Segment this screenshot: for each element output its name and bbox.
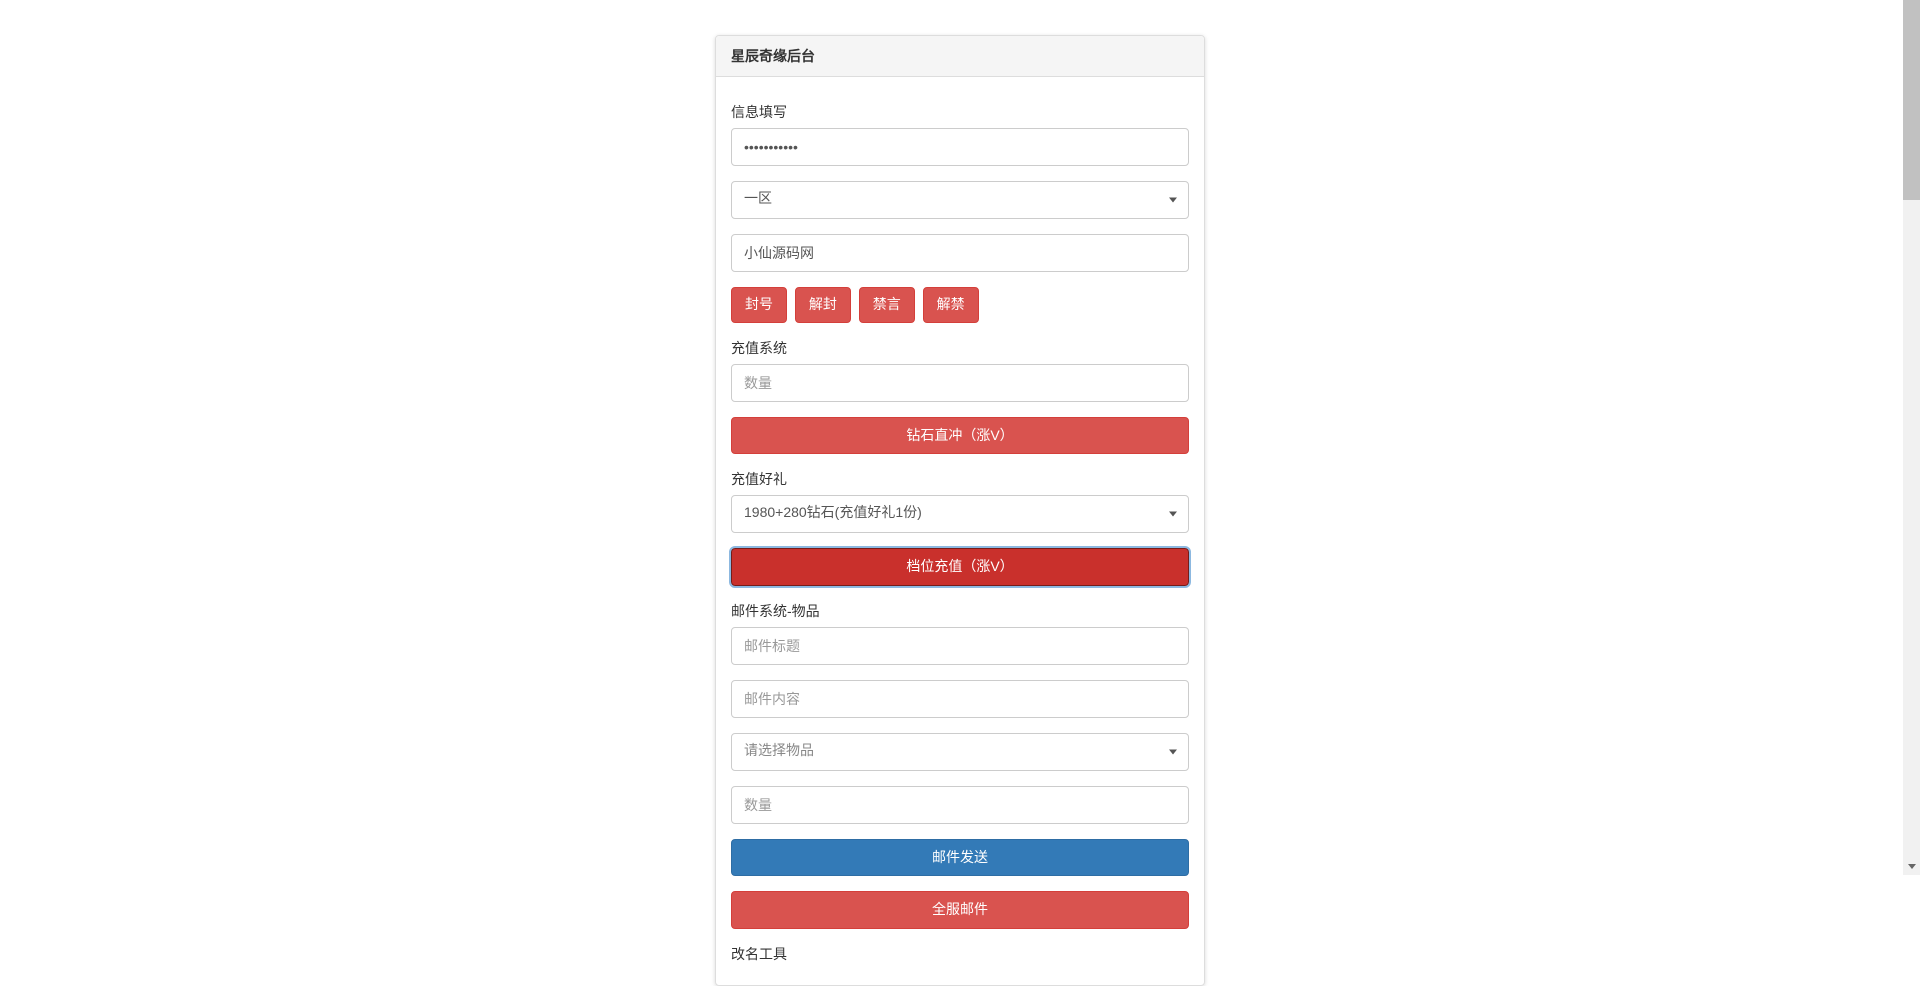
chevron-down-icon xyxy=(1169,198,1177,203)
mail-send-button[interactable]: 邮件发送 xyxy=(731,839,1189,877)
tier-recharge-button[interactable]: 档位充值（涨V） xyxy=(731,548,1189,586)
section-mail-label: 邮件系统-物品 xyxy=(731,601,1189,621)
zone-select[interactable]: 一区 xyxy=(731,181,1189,219)
mail-title-input[interactable] xyxy=(731,627,1189,665)
vertical-scrollbar[interactable] xyxy=(1903,0,1920,875)
panel-body: 信息填写 一区 封号 解封 禁言 解禁 充值系统 钻石直冲（涨V） 充值好礼 1… xyxy=(716,77,1204,985)
mail-all-button[interactable]: 全服邮件 xyxy=(731,891,1189,929)
mail-qty-input[interactable] xyxy=(731,786,1189,824)
scrollbar-thumb[interactable] xyxy=(1903,0,1920,200)
recharge-qty-input[interactable] xyxy=(731,364,1189,402)
diamond-recharge-button[interactable]: 钻石直冲（涨V） xyxy=(731,417,1189,455)
mail-item-select[interactable]: 请选择物品 xyxy=(731,733,1189,771)
section-info-label: 信息填写 xyxy=(731,102,1189,122)
name-input[interactable] xyxy=(731,234,1189,272)
password-input[interactable] xyxy=(731,128,1189,166)
mail-item-select-value: 请选择物品 xyxy=(731,733,1189,771)
unban-button[interactable]: 解封 xyxy=(795,287,851,323)
admin-panel: 星辰奇缘后台 信息填写 一区 封号 解封 禁言 解禁 充值系统 钻石直冲（涨V）… xyxy=(715,35,1205,986)
section-rename-label: 改名工具 xyxy=(731,944,1189,964)
section-gift-label: 充值好礼 xyxy=(731,469,1189,489)
section-recharge-label: 充值系统 xyxy=(731,338,1189,358)
gift-select-value: 1980+280钻石(充值好礼1份) xyxy=(731,495,1189,533)
gift-select[interactable]: 1980+280钻石(充值好礼1份) xyxy=(731,495,1189,533)
zone-select-value: 一区 xyxy=(731,181,1189,219)
panel-title: 星辰奇缘后台 xyxy=(716,36,1204,77)
ban-button[interactable]: 封号 xyxy=(731,287,787,323)
chevron-down-icon xyxy=(1169,512,1177,517)
mail-content-input[interactable] xyxy=(731,680,1189,718)
unmute-button[interactable]: 解禁 xyxy=(923,287,979,323)
chevron-down-icon xyxy=(1169,749,1177,754)
action-button-row: 封号 解封 禁言 解禁 xyxy=(731,287,1189,323)
chevron-down-icon xyxy=(1908,864,1916,869)
mute-button[interactable]: 禁言 xyxy=(859,287,915,323)
scrollbar-down-arrow[interactable] xyxy=(1903,858,1920,875)
